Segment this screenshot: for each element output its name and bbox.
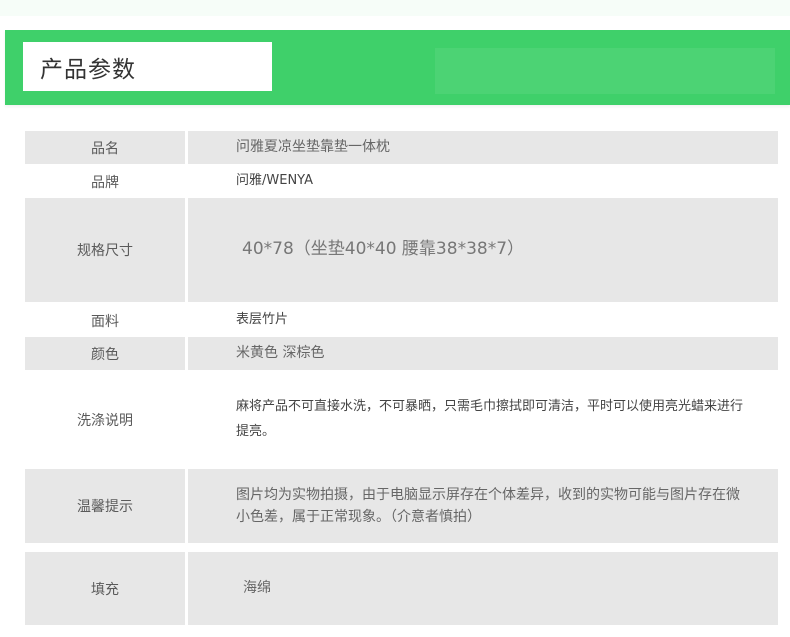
spec-row-color: 颜色 米黄色 深棕色 bbox=[25, 337, 778, 370]
spec-value: 图片均为实物拍摄，由于电脑显示屏存在个体差异，收到的实物可能与图片存在微小色差，… bbox=[188, 469, 778, 543]
spec-row-size: 规格尺寸 40*78（坐垫40*40 腰靠38*38*7） bbox=[25, 198, 778, 302]
spec-label: 规格尺寸 bbox=[25, 198, 185, 302]
spec-label: 填充 bbox=[25, 552, 185, 625]
spec-value: 米黄色 深棕色 bbox=[188, 337, 778, 370]
banner-highlight bbox=[435, 48, 775, 94]
section-banner: 产品参数 bbox=[5, 30, 790, 105]
top-strip bbox=[0, 0, 790, 16]
spec-row-material: 面料 表层竹片 bbox=[25, 304, 778, 337]
spec-row-filling: 填充 海绵 bbox=[25, 552, 778, 625]
spec-value: 表层竹片 bbox=[236, 312, 289, 328]
section-title: 产品参数 bbox=[23, 42, 272, 91]
spec-label: 温馨提示 bbox=[25, 469, 185, 543]
spec-label: 品名 bbox=[25, 131, 185, 164]
spec-value: 40*78（坐垫40*40 腰靠38*38*7） bbox=[188, 198, 778, 302]
spec-label: 面料 bbox=[91, 313, 119, 330]
spec-row-brand: 品牌 问雅/WENYA bbox=[25, 165, 778, 198]
spec-row-notice: 温馨提示 图片均为实物拍摄，由于电脑显示屏存在个体差异，收到的实物可能与图片存在… bbox=[25, 469, 778, 543]
spec-label: 洗涤说明 bbox=[77, 413, 133, 429]
spec-value: 麻将产品不可直接水洗，不可暴晒，只需毛巾擦拭即可清洁，平时可以使用亮光蜡来进行提… bbox=[236, 399, 744, 439]
spec-label: 颜色 bbox=[25, 337, 185, 370]
spec-value: 问雅/WENYA bbox=[236, 173, 313, 189]
spec-row-name: 品名 问雅夏凉坐垫靠垫一体枕 bbox=[25, 131, 778, 164]
spec-value: 海绵 bbox=[188, 552, 778, 625]
spec-row-washing: 洗涤说明 麻将产品不可直接水洗，不可暴晒，只需毛巾擦拭即可清洁，平时可以使用亮光… bbox=[25, 372, 778, 468]
spec-label: 品牌 bbox=[91, 174, 119, 191]
spec-value: 问雅夏凉坐垫靠垫一体枕 bbox=[188, 131, 778, 164]
